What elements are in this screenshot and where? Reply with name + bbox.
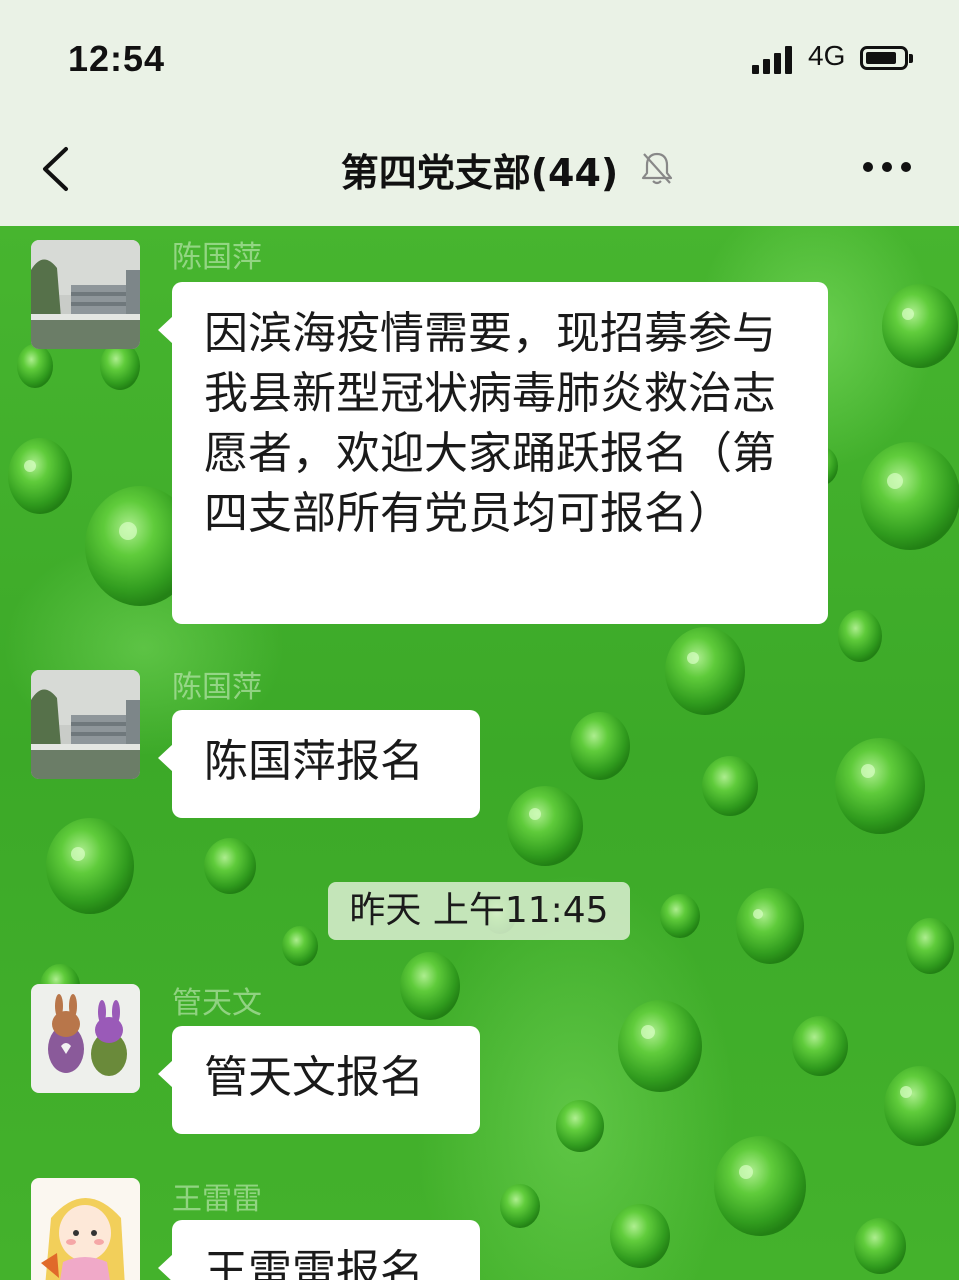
message-bubble[interactable]: 王雷雷报名 <box>158 1220 480 1280</box>
message-bubble[interactable]: 管天文报名 <box>158 1026 480 1134</box>
more-options-icon[interactable] <box>862 160 912 174</box>
avatar-wang-leilei[interactable] <box>31 1178 140 1280</box>
chat-area[interactable]: 陈国萍 因滨海疫情需要，现招募参与我县新型冠状病毒肺炎救治志愿者，欢迎大家踊跃报… <box>0 226 959 1280</box>
avatar-chen-guoping[interactable] <box>31 670 140 779</box>
sender-name: 王雷雷 <box>172 1182 262 1217</box>
timestamp-divider: 昨天 上午11:45 <box>328 882 630 940</box>
message-bubble[interactable]: 陈国萍报名 <box>158 710 480 818</box>
chat-title: 第四党支部(44) <box>340 151 619 195</box>
battery-icon <box>860 46 913 72</box>
sender-name: 陈国萍 <box>172 240 262 275</box>
status-bar: 12:54 4G <box>0 0 959 120</box>
sender-name: 陈国萍 <box>172 670 262 705</box>
status-time: 12:54 <box>68 38 166 79</box>
sender-name: 管天文 <box>172 986 262 1021</box>
avatar-chen-guoping[interactable] <box>31 240 140 349</box>
avatar-guan-tianwen[interactable] <box>31 984 140 1093</box>
network-type: 4G <box>808 40 846 71</box>
mute-bell-icon <box>641 152 673 185</box>
message-bubble[interactable]: 因滨海疫情需要，现招募参与我县新型冠状病毒肺炎救治志愿者，欢迎大家踊跃报名（第四… <box>158 282 828 624</box>
signal-icon <box>752 46 796 74</box>
